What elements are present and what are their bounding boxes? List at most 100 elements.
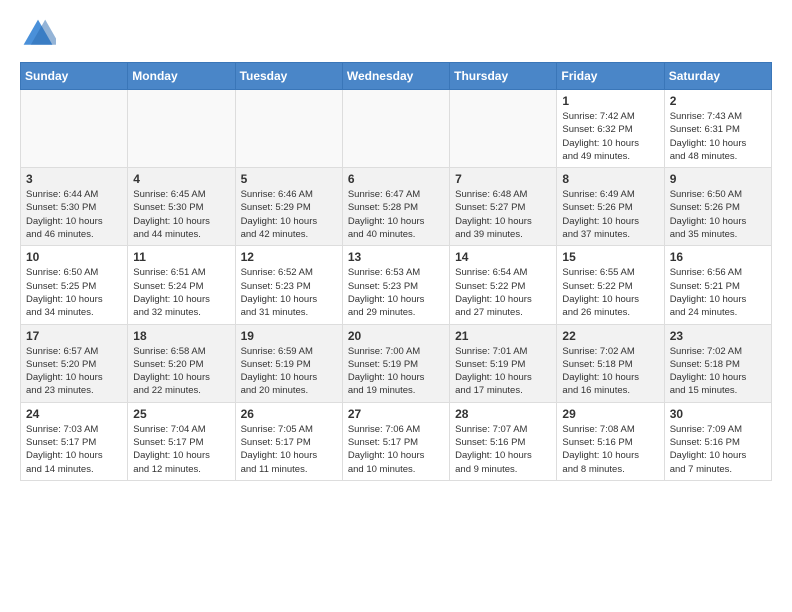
day-info: Sunrise: 6:48 AM Sunset: 5:27 PM Dayligh… [455,188,551,241]
day-number: 22 [562,329,658,343]
calendar-cell: 19 Sunrise: 6:59 AM Sunset: 5:19 PM Dayli… [235,324,342,402]
day-info: Sunrise: 7:04 AM Sunset: 5:17 PM Dayligh… [133,423,229,476]
calendar: SundayMondayTuesdayWednesdayThursdayFrid… [20,62,772,481]
calendar-cell [235,90,342,168]
day-number: 30 [670,407,766,421]
day-info: Sunrise: 6:53 AM Sunset: 5:23 PM Dayligh… [348,266,444,319]
calendar-cell: 13 Sunrise: 6:53 AM Sunset: 5:23 PM Dayli… [342,246,449,324]
calendar-header-thursday: Thursday [450,63,557,90]
calendar-cell: 18 Sunrise: 6:58 AM Sunset: 5:20 PM Dayli… [128,324,235,402]
day-number: 2 [670,94,766,108]
day-info: Sunrise: 7:07 AM Sunset: 5:16 PM Dayligh… [455,423,551,476]
day-info: Sunrise: 6:50 AM Sunset: 5:26 PM Dayligh… [670,188,766,241]
day-number: 25 [133,407,229,421]
day-number: 19 [241,329,337,343]
calendar-cell: 14 Sunrise: 6:54 AM Sunset: 5:22 PM Dayli… [450,246,557,324]
calendar-header-monday: Monday [128,63,235,90]
calendar-header-tuesday: Tuesday [235,63,342,90]
calendar-cell: 6Sunrise: 6:47 AM Sunset: 5:28 PM Daylig… [342,168,449,246]
day-number: 17 [26,329,122,343]
day-number: 6 [348,172,444,186]
day-info: Sunrise: 6:49 AM Sunset: 5:26 PM Dayligh… [562,188,658,241]
day-number: 12 [241,250,337,264]
day-number: 13 [348,250,444,264]
calendar-cell: 29 Sunrise: 7:08 AM Sunset: 5:16 PM Dayli… [557,402,664,480]
calendar-cell [342,90,449,168]
calendar-cell: 15 Sunrise: 6:55 AM Sunset: 5:22 PM Dayli… [557,246,664,324]
calendar-cell [21,90,128,168]
day-info: Sunrise: 7:02 AM Sunset: 5:18 PM Dayligh… [562,345,658,398]
day-info: Sunrise: 6:54 AM Sunset: 5:22 PM Dayligh… [455,266,551,319]
calendar-week-row: 1 Sunrise: 7:42 AM Sunset: 6:32 PM Daylig… [21,90,772,168]
calendar-cell: 8 Sunrise: 6:49 AM Sunset: 5:26 PM Daylig… [557,168,664,246]
calendar-cell: 27 Sunrise: 7:06 AM Sunset: 5:17 PM Dayli… [342,402,449,480]
calendar-cell: 7 Sunrise: 6:48 AM Sunset: 5:27 PM Daylig… [450,168,557,246]
calendar-cell: 3 Sunrise: 6:44 AM Sunset: 5:30 PM Daylig… [21,168,128,246]
day-number: 20 [348,329,444,343]
day-number: 27 [348,407,444,421]
day-info: Sunrise: 6:58 AM Sunset: 5:20 PM Dayligh… [133,345,229,398]
day-info: Sunrise: 7:01 AM Sunset: 5:19 PM Dayligh… [455,345,551,398]
logo-icon [20,16,56,52]
calendar-cell: 11 Sunrise: 6:51 AM Sunset: 5:24 PM Dayli… [128,246,235,324]
day-info: Sunrise: 6:51 AM Sunset: 5:24 PM Dayligh… [133,266,229,319]
day-number: 18 [133,329,229,343]
day-number: 28 [455,407,551,421]
calendar-cell: 20 Sunrise: 7:00 AM Sunset: 5:19 PM Dayli… [342,324,449,402]
day-number: 3 [26,172,122,186]
day-info: Sunrise: 6:44 AM Sunset: 5:30 PM Dayligh… [26,188,122,241]
day-info: Sunrise: 6:55 AM Sunset: 5:22 PM Dayligh… [562,266,658,319]
calendar-cell [128,90,235,168]
calendar-cell: 16Sunrise: 6:56 AM Sunset: 5:21 PM Dayli… [664,246,771,324]
day-number: 26 [241,407,337,421]
day-info: Sunrise: 6:57 AM Sunset: 5:20 PM Dayligh… [26,345,122,398]
calendar-week-row: 10 Sunrise: 6:50 AM Sunset: 5:25 PM Dayli… [21,246,772,324]
day-info: Sunrise: 6:46 AM Sunset: 5:29 PM Dayligh… [241,188,337,241]
calendar-cell: 1 Sunrise: 7:42 AM Sunset: 6:32 PM Daylig… [557,90,664,168]
day-number: 15 [562,250,658,264]
day-info: Sunrise: 7:08 AM Sunset: 5:16 PM Dayligh… [562,423,658,476]
calendar-cell: 5 Sunrise: 6:46 AM Sunset: 5:29 PM Daylig… [235,168,342,246]
calendar-cell: 10 Sunrise: 6:50 AM Sunset: 5:25 PM Dayli… [21,246,128,324]
calendar-week-row: 24 Sunrise: 7:03 AM Sunset: 5:17 PM Dayli… [21,402,772,480]
day-info: Sunrise: 6:52 AM Sunset: 5:23 PM Dayligh… [241,266,337,319]
calendar-cell: 21 Sunrise: 7:01 AM Sunset: 5:19 PM Dayli… [450,324,557,402]
calendar-week-row: 3 Sunrise: 6:44 AM Sunset: 5:30 PM Daylig… [21,168,772,246]
day-number: 9 [670,172,766,186]
calendar-cell [450,90,557,168]
day-info: Sunrise: 7:03 AM Sunset: 5:17 PM Dayligh… [26,423,122,476]
day-number: 7 [455,172,551,186]
day-info: Sunrise: 6:50 AM Sunset: 5:25 PM Dayligh… [26,266,122,319]
day-number: 21 [455,329,551,343]
day-number: 5 [241,172,337,186]
header [20,16,772,52]
day-number: 1 [562,94,658,108]
logo [20,16,60,52]
day-number: 8 [562,172,658,186]
calendar-cell: 17 Sunrise: 6:57 AM Sunset: 5:20 PM Dayli… [21,324,128,402]
calendar-cell: 2 Sunrise: 7:43 AM Sunset: 6:31 PM Daylig… [664,90,771,168]
day-info: Sunrise: 7:02 AM Sunset: 5:18 PM Dayligh… [670,345,766,398]
day-info: Sunrise: 7:09 AM Sunset: 5:16 PM Dayligh… [670,423,766,476]
calendar-header-friday: Friday [557,63,664,90]
calendar-cell: 30 Sunrise: 7:09 AM Sunset: 5:16 PM Dayli… [664,402,771,480]
day-number: 10 [26,250,122,264]
day-number: 4 [133,172,229,186]
calendar-cell: 24 Sunrise: 7:03 AM Sunset: 5:17 PM Dayli… [21,402,128,480]
day-number: 24 [26,407,122,421]
day-info: Sunrise: 6:59 AM Sunset: 5:19 PM Dayligh… [241,345,337,398]
day-number: 14 [455,250,551,264]
day-info: Sunrise: 7:05 AM Sunset: 5:17 PM Dayligh… [241,423,337,476]
day-number: 29 [562,407,658,421]
calendar-cell: 12 Sunrise: 6:52 AM Sunset: 5:23 PM Dayli… [235,246,342,324]
calendar-header-sunday: Sunday [21,63,128,90]
day-info: Sunrise: 7:42 AM Sunset: 6:32 PM Dayligh… [562,110,658,163]
day-info: Sunrise: 6:45 AM Sunset: 5:30 PM Dayligh… [133,188,229,241]
calendar-header-wednesday: Wednesday [342,63,449,90]
day-info: Sunrise: 7:43 AM Sunset: 6:31 PM Dayligh… [670,110,766,163]
day-number: 11 [133,250,229,264]
calendar-cell: 28 Sunrise: 7:07 AM Sunset: 5:16 PM Dayli… [450,402,557,480]
calendar-cell: 22 Sunrise: 7:02 AM Sunset: 5:18 PM Dayli… [557,324,664,402]
day-info: Sunrise: 7:00 AM Sunset: 5:19 PM Dayligh… [348,345,444,398]
day-info: Sunrise: 7:06 AM Sunset: 5:17 PM Dayligh… [348,423,444,476]
